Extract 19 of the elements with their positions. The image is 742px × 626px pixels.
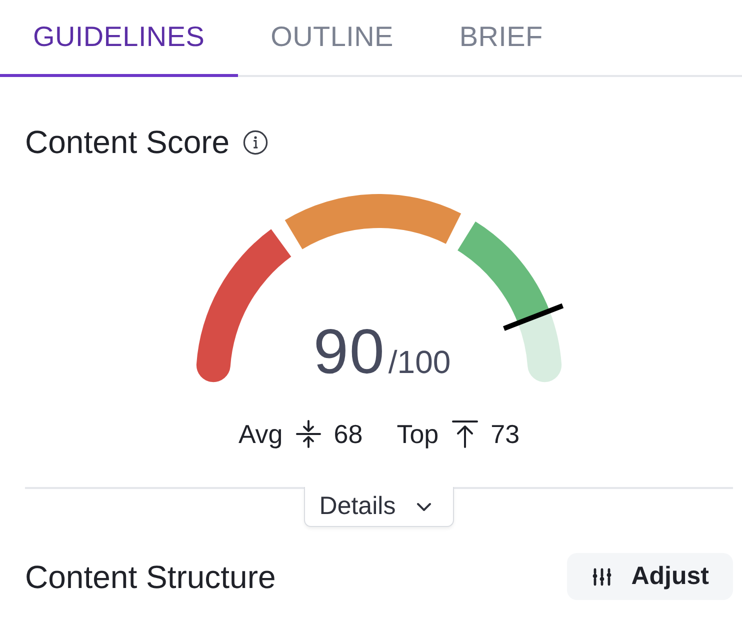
score-max: /100 bbox=[388, 346, 451, 378]
benchmark-label: Top bbox=[396, 419, 439, 449]
chevron-down-icon bbox=[416, 502, 432, 512]
tab[interactable]: OUTLINE bbox=[238, 0, 426, 77]
arrow-up-to-line-icon bbox=[452, 420, 478, 448]
benchmark-value: 68 bbox=[334, 419, 363, 449]
details-button[interactable]: Details bbox=[304, 487, 454, 527]
info-icon[interactable] bbox=[242, 130, 268, 154]
benchmark-label: Avg bbox=[238, 419, 283, 449]
sliders-icon bbox=[592, 568, 612, 586]
benchmark-value: 73 bbox=[490, 419, 520, 449]
adjust-button[interactable]: Adjust bbox=[567, 553, 733, 600]
gauge-remainder bbox=[518, 310, 562, 382]
converging-arrows-icon bbox=[296, 420, 321, 448]
tab[interactable]: BRIEF bbox=[426, 0, 576, 77]
score-value: 90 bbox=[313, 321, 386, 384]
tab[interactable]: GUIDELINES bbox=[0, 0, 238, 77]
section-title: Content Score bbox=[25, 125, 230, 159]
section-title: Content Structure bbox=[25, 560, 276, 594]
